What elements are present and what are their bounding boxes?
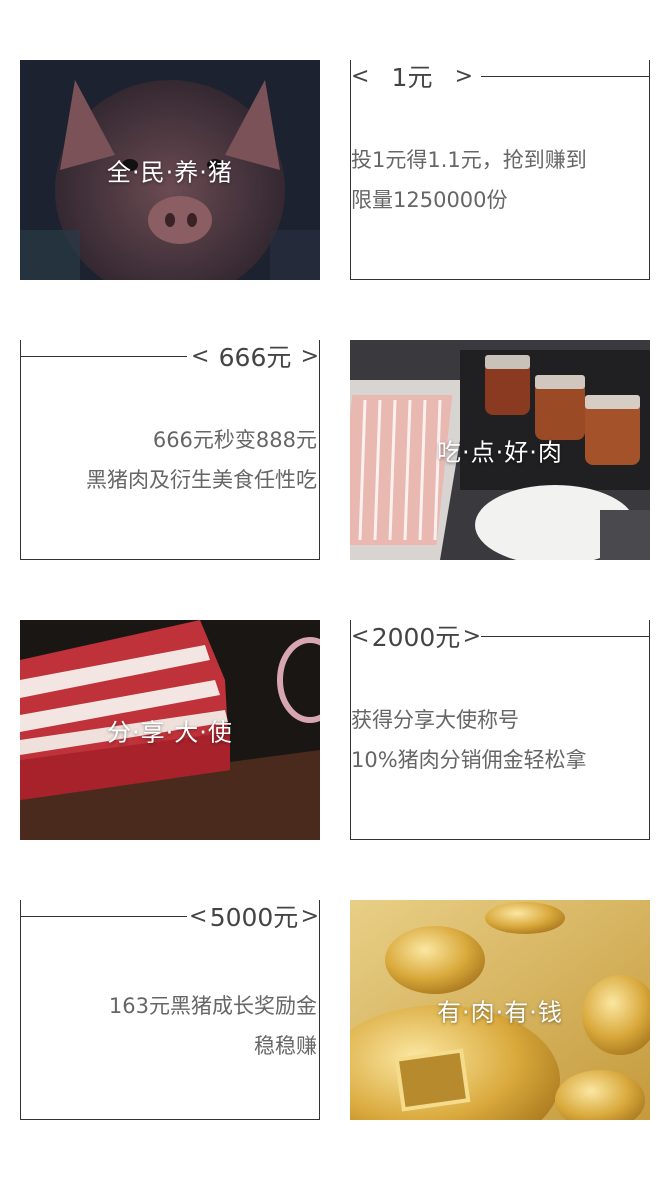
card-top-border: [481, 76, 649, 77]
desc-line: 投1元得1.1元，抢到赚到: [351, 148, 587, 172]
chevron-right-icon[interactable]: >: [455, 64, 473, 89]
offer-description: 666元秒变888元 黑猪肉及衍生美食任性吃: [29, 420, 319, 500]
desc-line: 黑猪肉及衍生美食任性吃: [86, 468, 317, 492]
chevron-left-icon[interactable]: <: [351, 64, 369, 89]
desc-line: 限量1250000份: [351, 188, 508, 212]
tile-title: 有·肉·有·钱: [437, 998, 563, 1027]
offer-card-2[interactable]: < 666元 > 666元秒变888元 黑猪肉及衍生美食任性吃: [20, 340, 320, 560]
pork-image-tile[interactable]: 分·享·大·使: [20, 620, 320, 840]
offer-description: 投1元得1.1元，抢到赚到 限量1250000份: [351, 140, 641, 220]
offer-description: 163元黑猪成长奖励金 稳稳赚: [29, 986, 319, 1066]
chevron-right-icon[interactable]: >: [301, 344, 319, 369]
pig-image-tile[interactable]: 全·民·养·猪: [20, 60, 320, 280]
food-gift-image-tile[interactable]: 吃·点·好·肉: [350, 340, 650, 560]
offer-card-3[interactable]: < 2000元 > 获得分享大使称号 10%猪肉分销佣金轻松拿: [350, 620, 650, 840]
tile-title: 吃·点·好·肉: [437, 438, 563, 467]
chevron-left-icon[interactable]: <: [351, 624, 369, 649]
offer-card-1[interactable]: < 1元 > 投1元得1.1元，抢到赚到 限量1250000份: [350, 60, 650, 280]
price-label: 5000元: [209, 903, 299, 932]
card-top-border: [481, 636, 649, 637]
desc-line: 稳稳赚: [254, 1034, 317, 1058]
desc-line: 获得分享大使称号: [351, 708, 519, 732]
desc-line: 163元黑猪成长奖励金: [108, 994, 317, 1018]
desc-line: 666元秒变888元: [152, 428, 317, 452]
chevron-left-icon[interactable]: <: [189, 904, 207, 929]
tile-title: 分·享·大·使: [107, 718, 233, 747]
price-label: 2000元: [371, 623, 461, 652]
offer-description: 获得分享大使称号 10%猪肉分销佣金轻松拿: [351, 700, 641, 780]
card-top-border: [21, 916, 187, 917]
chevron-right-icon[interactable]: >: [463, 624, 481, 649]
gold-coins-image-tile[interactable]: 有·肉·有·钱: [350, 900, 650, 1120]
offer-card-4[interactable]: < 5000元 > 163元黑猪成长奖励金 稳稳赚: [20, 900, 320, 1120]
tile-title: 全·民·养·猪: [107, 158, 233, 187]
chevron-left-icon[interactable]: <: [191, 344, 209, 369]
price-label: 1元: [391, 63, 433, 92]
desc-line: 10%猪肉分销佣金轻松拿: [351, 748, 587, 772]
price-label: 666元: [218, 343, 292, 372]
card-top-border: [21, 356, 187, 357]
chevron-right-icon[interactable]: >: [301, 904, 319, 929]
